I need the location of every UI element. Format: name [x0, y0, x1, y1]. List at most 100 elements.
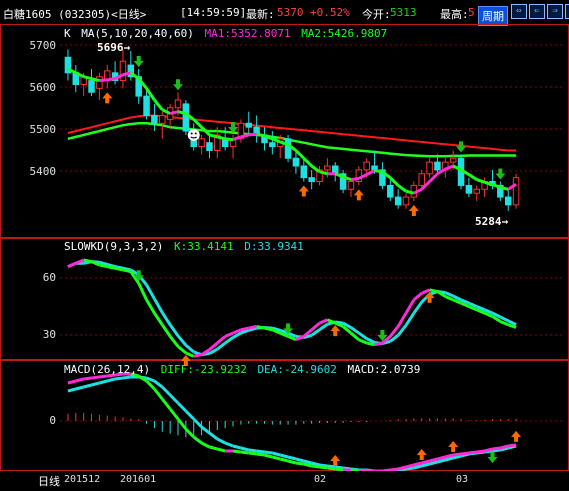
x-label-201512: 201512 — [64, 474, 101, 485]
macd-dea-segment — [279, 453, 289, 459]
macd-diff-segment — [444, 453, 454, 459]
macd-dea-segment — [429, 460, 438, 466]
candle-body — [387, 184, 394, 198]
candle-body — [324, 165, 331, 171]
macd-tick-0: 0 — [49, 414, 56, 427]
ma-long-line — [67, 114, 517, 152]
ma1-segment — [225, 137, 234, 142]
legend-k: K — [64, 27, 71, 40]
candle-body — [206, 142, 213, 151]
candle-body — [143, 95, 150, 117]
macd-diff-segment — [460, 451, 470, 456]
candle-body — [418, 173, 425, 186]
macd-dea-segment — [232, 444, 242, 450]
kd-k-segment — [168, 335, 180, 348]
macd-buy-arrow — [330, 455, 341, 466]
kd-k-segment — [122, 268, 132, 274]
macd-dea-segment — [208, 431, 219, 441]
y-tick-5600: 5600 — [29, 81, 57, 94]
macd-diff-segment — [168, 408, 180, 420]
kd-k-segment — [153, 312, 164, 326]
ma1-segment — [405, 189, 415, 195]
high-price-note: 5696→ — [97, 41, 131, 54]
macd-diff-segment — [279, 457, 289, 463]
macd-dea-segment — [240, 446, 250, 452]
candle-body — [512, 177, 520, 206]
candle-body — [96, 76, 103, 89]
candle-body — [151, 115, 158, 124]
low-price-note: 5284→ — [475, 215, 509, 228]
macd-dea-segment — [256, 449, 265, 454]
macd-diff-segment — [264, 453, 273, 459]
candle-body — [174, 99, 182, 109]
buy-signal-arrow — [102, 92, 113, 104]
legend-ma2: MA2:5426.9807 — [301, 27, 388, 40]
macd-diff-segment — [429, 457, 438, 463]
sell-signal-arrow — [456, 141, 467, 153]
ma1-segment — [374, 169, 383, 174]
kd-k-segment — [256, 324, 265, 330]
macd-dea: DEA:-24.9602 — [257, 363, 337, 376]
x-axis: 日线 201512 201601 02 03 — [0, 471, 569, 491]
macd-dea-segment — [303, 459, 313, 465]
macd-diff-segment — [492, 446, 501, 451]
macd-dea-segment — [216, 437, 226, 445]
smiley-eye-right — [194, 132, 197, 135]
macd-value: MACD:2.0739 — [347, 363, 421, 376]
macd-dea-segment — [421, 462, 430, 468]
ma1-segment — [366, 169, 376, 176]
macd-diff-segment — [153, 388, 164, 400]
sell-signal-arrow — [173, 79, 183, 91]
ma1-segment — [153, 99, 164, 111]
macd-diff-segment — [413, 461, 423, 467]
macd-dea-segment — [444, 456, 454, 462]
kd-k-segment — [145, 299, 156, 314]
ma1-segment — [476, 178, 486, 184]
macd-diff-segment — [99, 374, 108, 379]
macd-diff-segment — [468, 450, 477, 455]
y-tick-5700: 5700 — [29, 39, 57, 52]
ma1-segment — [397, 184, 407, 193]
macd-dea-segment — [264, 450, 273, 455]
candle-body — [473, 188, 481, 194]
candle-body — [394, 196, 402, 206]
macd-dea-segment — [176, 401, 187, 413]
ma1-segment — [83, 75, 92, 81]
candle-body — [465, 184, 473, 194]
kd-d-segment — [153, 297, 164, 314]
candle-body — [119, 60, 127, 82]
candle-body — [449, 157, 457, 163]
kd-k-segment — [248, 324, 257, 330]
kd-k-segment — [366, 341, 375, 347]
macd-diff-segment — [507, 443, 517, 448]
macd-diff-segment — [75, 377, 85, 383]
candle-body — [300, 165, 308, 179]
kd-k-segment — [177, 345, 187, 355]
macd-diff-segment — [184, 427, 195, 439]
ma1-segment — [169, 110, 179, 116]
macd-dea-segment — [295, 457, 305, 463]
kd-k-segment — [421, 288, 431, 295]
ma1-segment — [428, 172, 439, 183]
kd-legend: SLOWKD(9,3,3,2) K:33.4141 D:33.9341 — [64, 240, 308, 253]
kd-k-segment — [114, 266, 124, 272]
kd-title: SLOWKD(9,3,3,2) — [64, 240, 164, 253]
ma1-segment — [248, 132, 257, 137]
kd-tick-60: 60 — [42, 271, 56, 284]
ma1-segment — [91, 77, 100, 83]
macd-diff-segment — [232, 449, 242, 454]
macd-diff-segment — [327, 466, 336, 471]
macd-diff-segment — [335, 467, 344, 472]
macd-diff-segment — [83, 376, 92, 381]
ma1-segment — [256, 132, 265, 138]
ma1-segment — [499, 185, 509, 191]
kd-d-segment — [184, 344, 195, 354]
kd-d-segment — [412, 301, 423, 315]
macd-diff-segment — [303, 462, 313, 468]
macd-diff-segment — [67, 379, 77, 385]
macd-diff-segment — [452, 452, 462, 457]
candle-body — [245, 122, 253, 128]
kd-k-segment — [106, 265, 116, 270]
macd-diff-segment — [200, 441, 211, 449]
candle-body — [347, 181, 355, 190]
